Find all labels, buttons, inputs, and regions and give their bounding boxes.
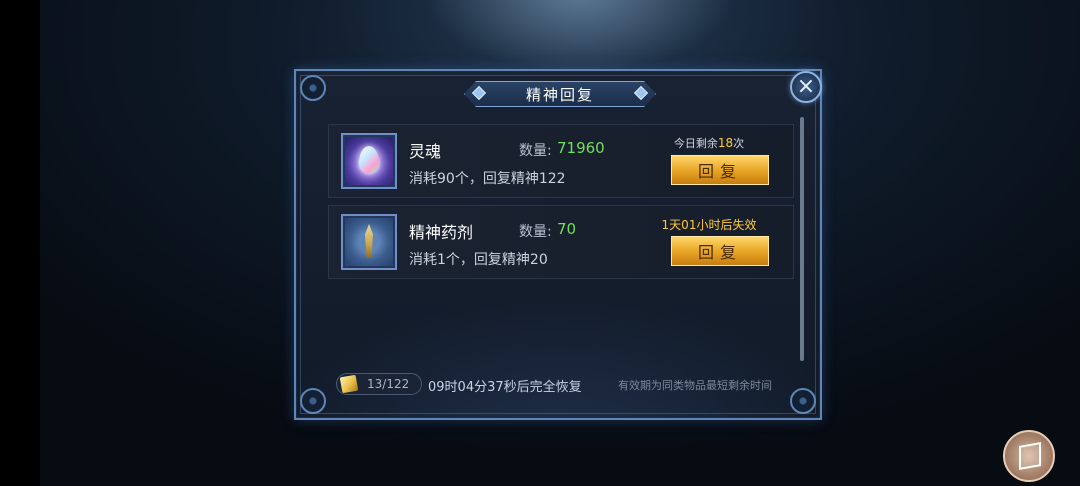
item-name: 精神药剂 [409, 223, 474, 242]
quantity-label: 数量: [519, 224, 552, 240]
cube-icon [1019, 442, 1041, 470]
spirit-restore-dialog: 精神回复 灵魂 数量: 71960 消耗90个，回复精神122 今日剩余18次 … [294, 69, 822, 420]
item-description: 消耗90个，回复精神122 [409, 171, 566, 187]
expiry-note: 1天01小时后失效 [661, 218, 757, 232]
corner-ornament-icon [790, 388, 816, 414]
spirit-count: 13/122 [367, 377, 410, 391]
scrollbar[interactable] [800, 117, 804, 361]
validity-hint: 有效期为同类物品最短剩余时间 [618, 379, 772, 392]
quantity-value: 71960 [557, 139, 605, 157]
spirit-count-badge: 13/122 [336, 373, 422, 395]
quantity-value: 70 [557, 220, 577, 238]
item-row-spirit-potion: 精神药剂 数量: 70 消耗1个，回复精神20 1天01小时后失效 回复 [328, 205, 794, 279]
quantity-label: 数量: [519, 143, 552, 159]
corner-ornament-icon [300, 75, 326, 101]
spirit-potion-icon [341, 214, 397, 270]
daily-remaining-note: 今日剩余18次 [673, 136, 745, 150]
left-black-bar [0, 0, 40, 486]
item-row-soul: 灵魂 数量: 71960 消耗90个，回复精神122 今日剩余18次 回复 [328, 124, 794, 198]
corner-ornament-icon [300, 388, 326, 414]
soul-gem-icon [341, 133, 397, 189]
restore-button[interactable]: 回复 [671, 155, 769, 185]
restore-button[interactable]: 回复 [671, 236, 769, 266]
cube-menu-button[interactable] [1003, 430, 1055, 482]
close-icon[interactable]: × [790, 71, 822, 103]
item-description: 消耗1个，回复精神20 [409, 252, 548, 268]
recovery-timer: 09时04分37秒后完全恢复 [428, 380, 582, 395]
dialog-title: 精神回复 [464, 81, 656, 107]
item-name: 灵魂 [409, 142, 442, 161]
spirit-crystal-icon [339, 374, 359, 394]
remaining-count: 18 [717, 136, 734, 150]
